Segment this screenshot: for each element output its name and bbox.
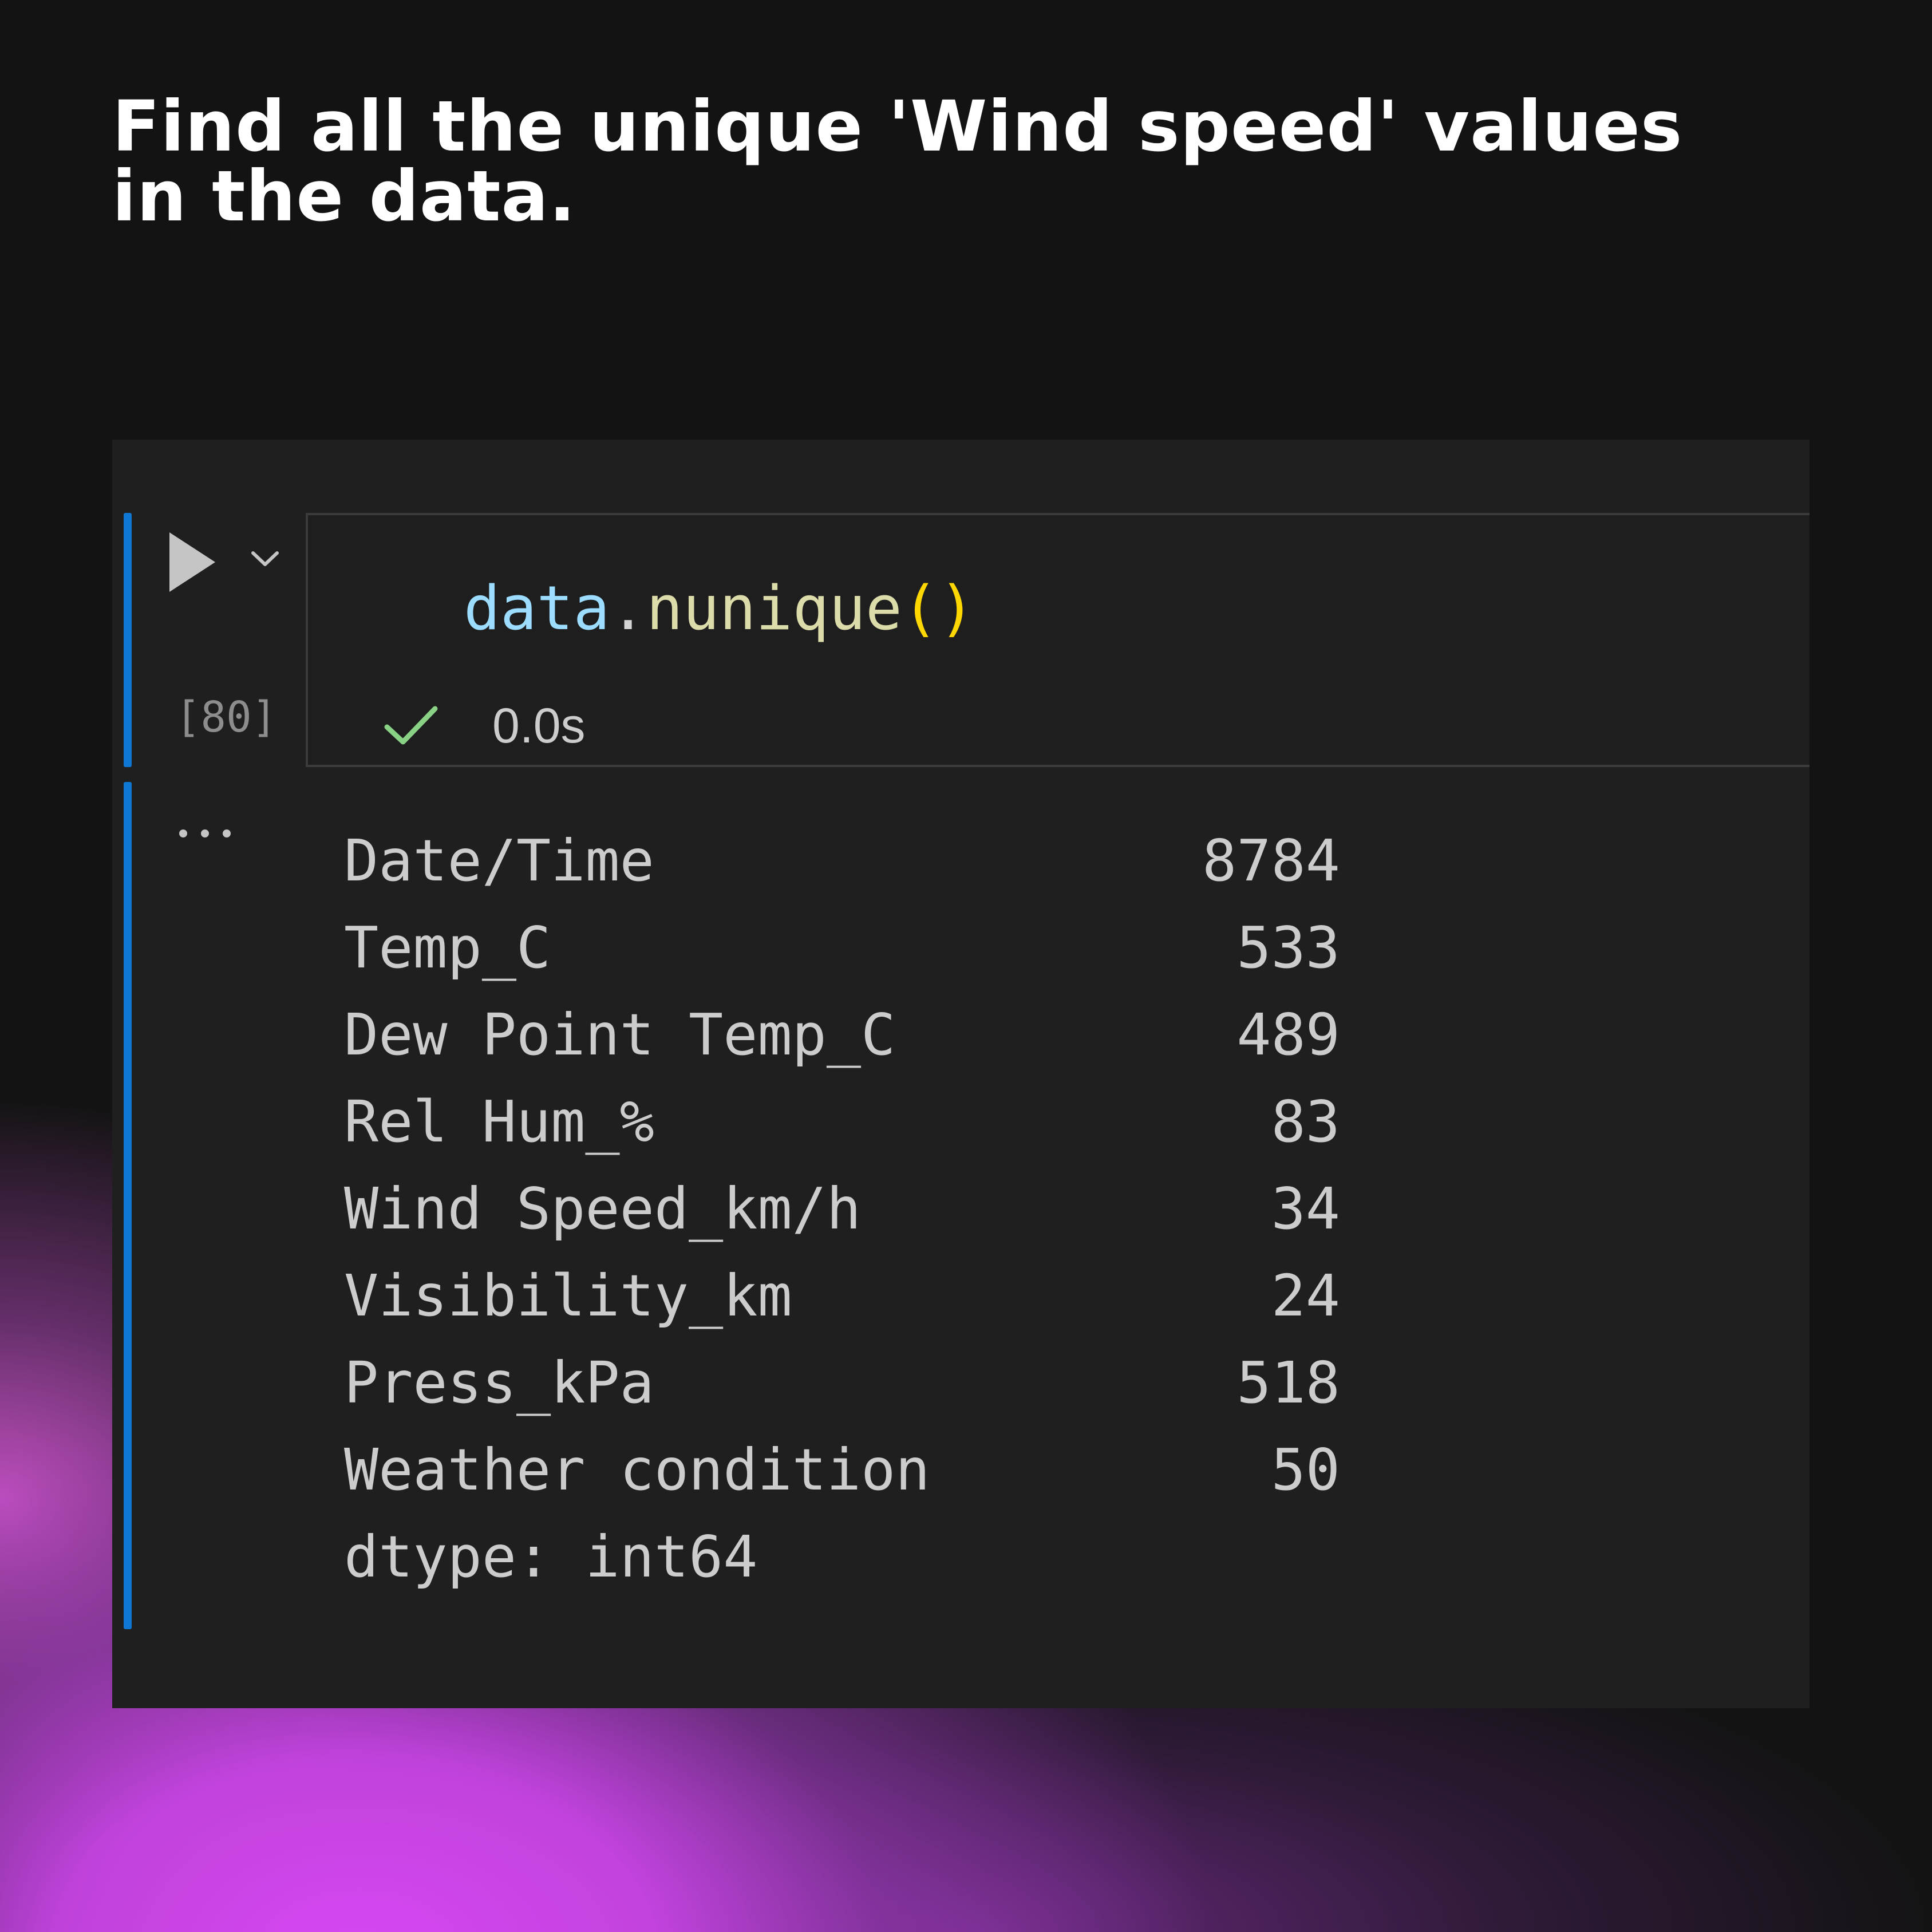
output-row: Visibility_km 24 <box>344 1253 1340 1340</box>
output-row: Press_kPa 518 <box>344 1340 1340 1427</box>
cell-output: Date/Time 8784 Temp_C 533 Dew Point Temp… <box>344 817 1340 1601</box>
output-row: Date/Time 8784 <box>344 817 1340 904</box>
chevron-down-icon[interactable] <box>248 547 282 570</box>
output-dtype: dtype: int64 <box>344 1523 758 1590</box>
output-row-name: Visibility_km <box>344 1262 792 1329</box>
code-line[interactable]: data.nunique() <box>464 571 975 646</box>
headline: Find all the unique 'Wind speed' values … <box>112 92 1772 231</box>
output-row-value: 83 <box>1271 1088 1340 1155</box>
output-row: Temp_C 533 <box>344 904 1340 991</box>
output-row: Wind Speed_km/h 34 <box>344 1165 1340 1253</box>
notebook-panel: [80] data.nunique() 0.0s Date/Time 8784 … <box>112 440 1809 1708</box>
execution-duration: 0.0s <box>492 698 586 753</box>
headline-line-2: in the data. <box>112 156 576 237</box>
output-row-name: Weather condition <box>344 1436 930 1503</box>
code-editor[interactable]: data.nunique() 0.0s <box>306 513 1809 767</box>
code-method: nunique <box>646 573 902 643</box>
output-row-name: Wind Speed_km/h <box>344 1175 862 1242</box>
output-row: Dew Point Temp_C 489 <box>344 991 1340 1078</box>
code-dot: . <box>610 573 647 643</box>
code-object: data <box>464 573 610 643</box>
ellipsis-icon[interactable] <box>175 822 238 845</box>
output-row-value: 8784 <box>1202 827 1340 894</box>
output-row-name: Temp_C <box>344 914 551 981</box>
output-dtype-row: dtype: int64 <box>344 1514 1340 1601</box>
output-row: Rel Hum_% 83 <box>344 1078 1340 1165</box>
cell-focus-bar <box>124 513 132 767</box>
output-row-value: 533 <box>1236 914 1340 981</box>
code-parens: () <box>902 573 975 643</box>
output-row-name: Date/Time <box>344 827 654 894</box>
execution-count: [80] <box>175 693 278 742</box>
output-row-value: 518 <box>1236 1349 1340 1416</box>
play-icon[interactable] <box>167 530 220 594</box>
check-icon <box>384 706 438 745</box>
output-row-value: 489 <box>1236 1001 1340 1068</box>
output-row-value: 50 <box>1271 1436 1340 1503</box>
output-row-name: Press_kPa <box>344 1349 654 1416</box>
headline-line-1: Find all the unique 'Wind speed' values <box>112 86 1683 167</box>
output-row-value: 34 <box>1271 1175 1340 1242</box>
output-row-name: Rel Hum_% <box>344 1088 654 1155</box>
output-row-name: Dew Point Temp_C <box>344 1001 896 1068</box>
output-row-value: 24 <box>1271 1262 1340 1329</box>
output-focus-bar <box>124 782 132 1629</box>
output-row: Weather condition 50 <box>344 1427 1340 1514</box>
